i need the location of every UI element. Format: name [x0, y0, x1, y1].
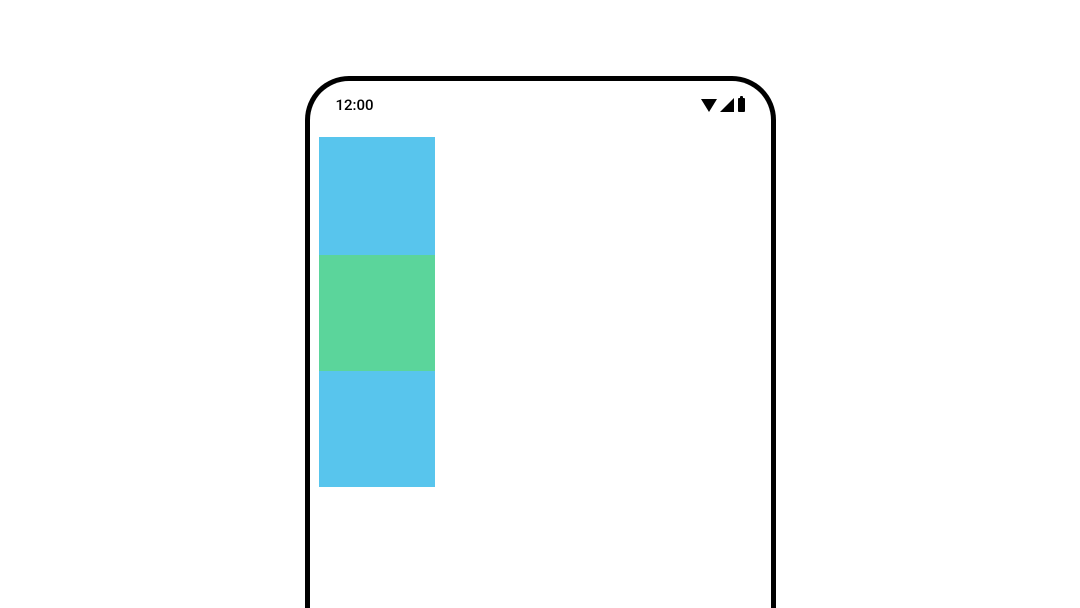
wifi-icon	[701, 99, 717, 112]
status-icons	[701, 98, 745, 112]
content-area	[310, 117, 771, 487]
color-column	[319, 137, 435, 487]
battery-icon	[738, 98, 745, 112]
cellular-signal-icon	[720, 98, 734, 112]
color-block-bottom	[319, 371, 435, 487]
status-time: 12:00	[336, 96, 374, 114]
color-block-middle	[319, 255, 435, 371]
phone-frame: 12:00	[305, 76, 776, 608]
color-block-top	[319, 137, 435, 255]
status-bar: 12:00	[310, 81, 771, 117]
